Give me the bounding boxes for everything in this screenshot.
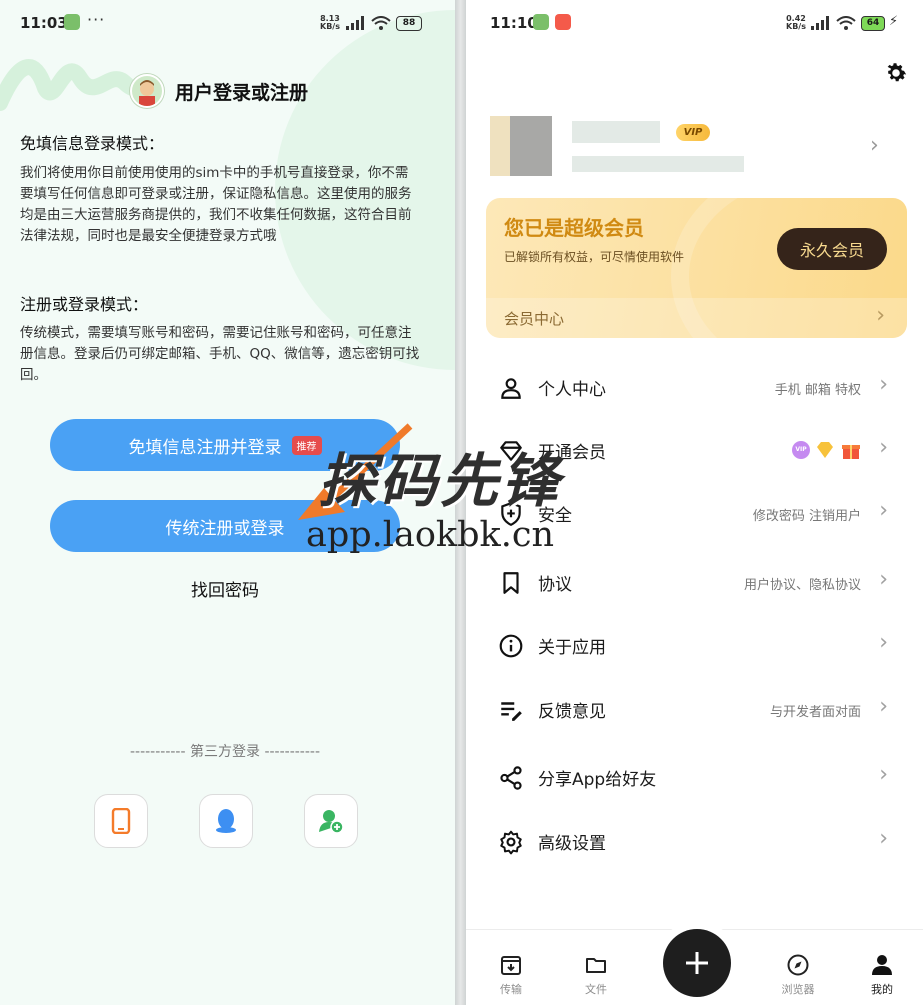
battery-indicator: 64 bbox=[861, 16, 885, 31]
nav-transfer[interactable]: 传输 bbox=[481, 953, 541, 997]
chevron-right-icon: › bbox=[879, 498, 888, 523]
username-redacted bbox=[572, 121, 660, 143]
share-icon bbox=[500, 766, 522, 790]
member-center-label: 会员中心 bbox=[504, 310, 565, 328]
gift-icon bbox=[842, 445, 860, 459]
vip-card: 您已是超级会员 已解锁所有权益，可尽情使用软件 永久会员 会员中心 › bbox=[486, 198, 907, 338]
quick-register-login-label: 免填信息注册并登录 bbox=[128, 437, 282, 458]
decorative-wave bbox=[0, 59, 150, 111]
user-icon bbox=[501, 378, 521, 399]
vip-badge: VIP bbox=[676, 124, 710, 141]
app-avatar-icon bbox=[130, 74, 164, 108]
chevron-right-icon: › bbox=[879, 435, 888, 460]
quick-mode-description: 我们将使用你目前使用使用的sim卡中的手机号直接登录，你不需要填写任何信息即可登… bbox=[20, 165, 412, 244]
status-bar: 11:03 ··· 8.13 KB/s 88 bbox=[0, 0, 455, 46]
bookmark-icon bbox=[503, 572, 519, 594]
app-notification-icon bbox=[64, 14, 80, 30]
add-user-icon bbox=[319, 810, 344, 834]
phone-icon bbox=[111, 808, 131, 834]
feedback-edit-icon bbox=[501, 702, 522, 721]
status-bar: 11:10 0.42 KB/s 64 ⚡ bbox=[466, 0, 923, 46]
vip-card-title: 您已是超级会员 bbox=[504, 216, 644, 240]
network-speed: 0.42 KB/s bbox=[786, 14, 806, 31]
qq-login-button[interactable] bbox=[199, 794, 253, 848]
traditional-mode-title: 注册或登录模式： bbox=[20, 295, 149, 314]
nav-files[interactable]: 文件 bbox=[566, 953, 626, 997]
menu-item-feedback[interactable]: 反馈意见 与开发者面对面 › bbox=[466, 684, 923, 734]
page-title: 用户登录或注册 bbox=[175, 81, 309, 104]
info-icon bbox=[499, 634, 523, 658]
nav-browser[interactable]: 浏览器 bbox=[768, 953, 828, 997]
chevron-right-icon: › bbox=[879, 372, 888, 397]
charging-icon: ⚡ bbox=[889, 14, 899, 29]
gold-diamond-icon bbox=[817, 442, 833, 458]
wifi-icon bbox=[836, 16, 856, 30]
phone-login-button[interactable] bbox=[94, 794, 148, 848]
qq-icon bbox=[216, 809, 236, 833]
status-time: 11:10 bbox=[490, 14, 538, 32]
traditional-mode-description: 传统模式，需要填写账号和密码，需要记住账号和密码，可任意注册信息。登录后仍可绑定… bbox=[20, 325, 420, 383]
menu-item-share-app[interactable]: 分享App给好友 › bbox=[466, 752, 923, 802]
compass-icon bbox=[787, 954, 809, 976]
traditional-register-login-label: 传统注册或登录 bbox=[165, 518, 285, 539]
watermark-title: 探码先锋 bbox=[318, 447, 563, 515]
app-notification-icon bbox=[533, 14, 549, 30]
wifi-icon bbox=[371, 16, 391, 30]
watermark-url: app.laokbk.cn bbox=[306, 515, 555, 555]
menu-item-about[interactable]: 关于应用 › bbox=[466, 620, 923, 670]
network-speed: 8.13 KB/s bbox=[320, 14, 340, 31]
user-id-redacted bbox=[572, 156, 744, 172]
chevron-right-icon: › bbox=[879, 762, 888, 787]
vip-mini-icon: VIP bbox=[792, 441, 810, 459]
user-filled-icon bbox=[872, 955, 892, 975]
forgot-password-link[interactable]: 找回密码 bbox=[0, 576, 450, 601]
transfer-inbox-icon bbox=[501, 956, 521, 975]
add-button[interactable] bbox=[663, 929, 731, 997]
lifetime-member-button[interactable]: 永久会员 bbox=[777, 228, 887, 270]
quick-mode-title: 免填信息登录模式： bbox=[20, 134, 165, 153]
avatar bbox=[490, 116, 552, 176]
nav-mine[interactable]: 我的 bbox=[852, 953, 912, 997]
more-notifications-icon: ··· bbox=[87, 10, 106, 29]
chevron-right-icon: › bbox=[879, 630, 888, 655]
signal-icon bbox=[346, 16, 364, 30]
status-time: 11:03 bbox=[20, 14, 68, 32]
app-notification-icon bbox=[555, 14, 571, 30]
menu-item-agreement[interactable]: 协议 用户协议、隐私协议 › bbox=[466, 557, 923, 607]
member-center-link[interactable]: 会员中心 › bbox=[486, 298, 907, 338]
chevron-right-icon: › bbox=[870, 133, 879, 158]
vip-card-subtitle: 已解锁所有权益，可尽情使用软件 bbox=[504, 250, 685, 264]
login-header: 用户登录或注册 bbox=[130, 74, 308, 108]
settings-gear-icon[interactable] bbox=[883, 60, 909, 86]
battery-indicator: 88 bbox=[396, 16, 422, 31]
menu-item-personal-center[interactable]: 个人中心 手机 邮箱 特权 › bbox=[466, 362, 923, 412]
chevron-right-icon: › bbox=[879, 826, 888, 851]
account-login-button[interactable] bbox=[304, 794, 358, 848]
third-party-login-label: ----------- 第三方登录 ----------- bbox=[129, 744, 321, 760]
chevron-right-icon: › bbox=[879, 567, 888, 592]
chevron-right-icon: › bbox=[876, 303, 885, 328]
chevron-right-icon: › bbox=[879, 694, 888, 719]
signal-icon bbox=[811, 16, 829, 30]
menu-item-advanced-settings[interactable]: 高级设置 › bbox=[466, 816, 923, 866]
folder-icon bbox=[586, 958, 606, 973]
plus-icon bbox=[686, 952, 708, 974]
gear-icon bbox=[500, 830, 522, 855]
